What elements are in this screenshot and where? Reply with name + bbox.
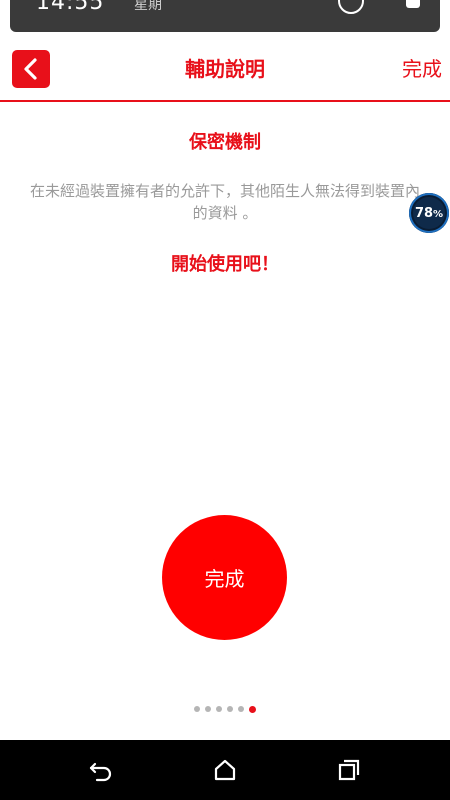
done-circle-label: 完成 bbox=[204, 567, 245, 591]
nav-home-icon bbox=[214, 759, 236, 781]
section-title: 保密機制 bbox=[189, 132, 261, 153]
page-dot bbox=[194, 706, 200, 712]
alarm-icon bbox=[338, 0, 364, 14]
status-bar-inner: 14:55 星期 bbox=[10, 0, 440, 32]
notification-icon bbox=[406, 0, 420, 8]
navigation-bar bbox=[0, 740, 450, 800]
header-done-button[interactable]: 完成 bbox=[402, 40, 442, 100]
page-dot-active bbox=[249, 705, 256, 713]
header-bar: 輔助說明 完成 bbox=[0, 40, 450, 102]
description-text: 在未經過裝置擁有者的允許下，其他陌生人無法得到裝置內的資料 。 bbox=[29, 182, 420, 222]
back-button[interactable] bbox=[12, 50, 50, 88]
page-title: 輔助說明 bbox=[185, 57, 265, 81]
cta-text: 開始使用吧！ bbox=[171, 254, 279, 275]
battery-widget[interactable]: 78% bbox=[409, 193, 449, 233]
page-dot bbox=[227, 706, 233, 712]
nav-recents-button[interactable] bbox=[334, 755, 364, 785]
nav-back-icon bbox=[89, 762, 112, 782]
screen: 14:55 星期 輔助說明 完成 保密機制 在未經過裝置擁有者的允許下，其他陌生… bbox=[0, 0, 450, 800]
page-dot bbox=[216, 706, 222, 712]
nav-home-button[interactable] bbox=[210, 755, 240, 785]
nav-recents-icon bbox=[338, 759, 360, 781]
done-circle-button[interactable]: 完成 bbox=[162, 515, 287, 640]
nav-back-button[interactable] bbox=[86, 755, 116, 785]
back-arrow-icon bbox=[24, 58, 37, 80]
status-date: 星期 bbox=[134, 0, 162, 13]
battery-percent: 78% bbox=[414, 205, 444, 221]
status-bar: 14:55 星期 bbox=[0, 0, 450, 40]
status-time: 14:55 bbox=[36, 0, 105, 15]
page-dot bbox=[238, 706, 244, 712]
page-indicator bbox=[0, 705, 450, 713]
page-dot bbox=[205, 706, 211, 712]
